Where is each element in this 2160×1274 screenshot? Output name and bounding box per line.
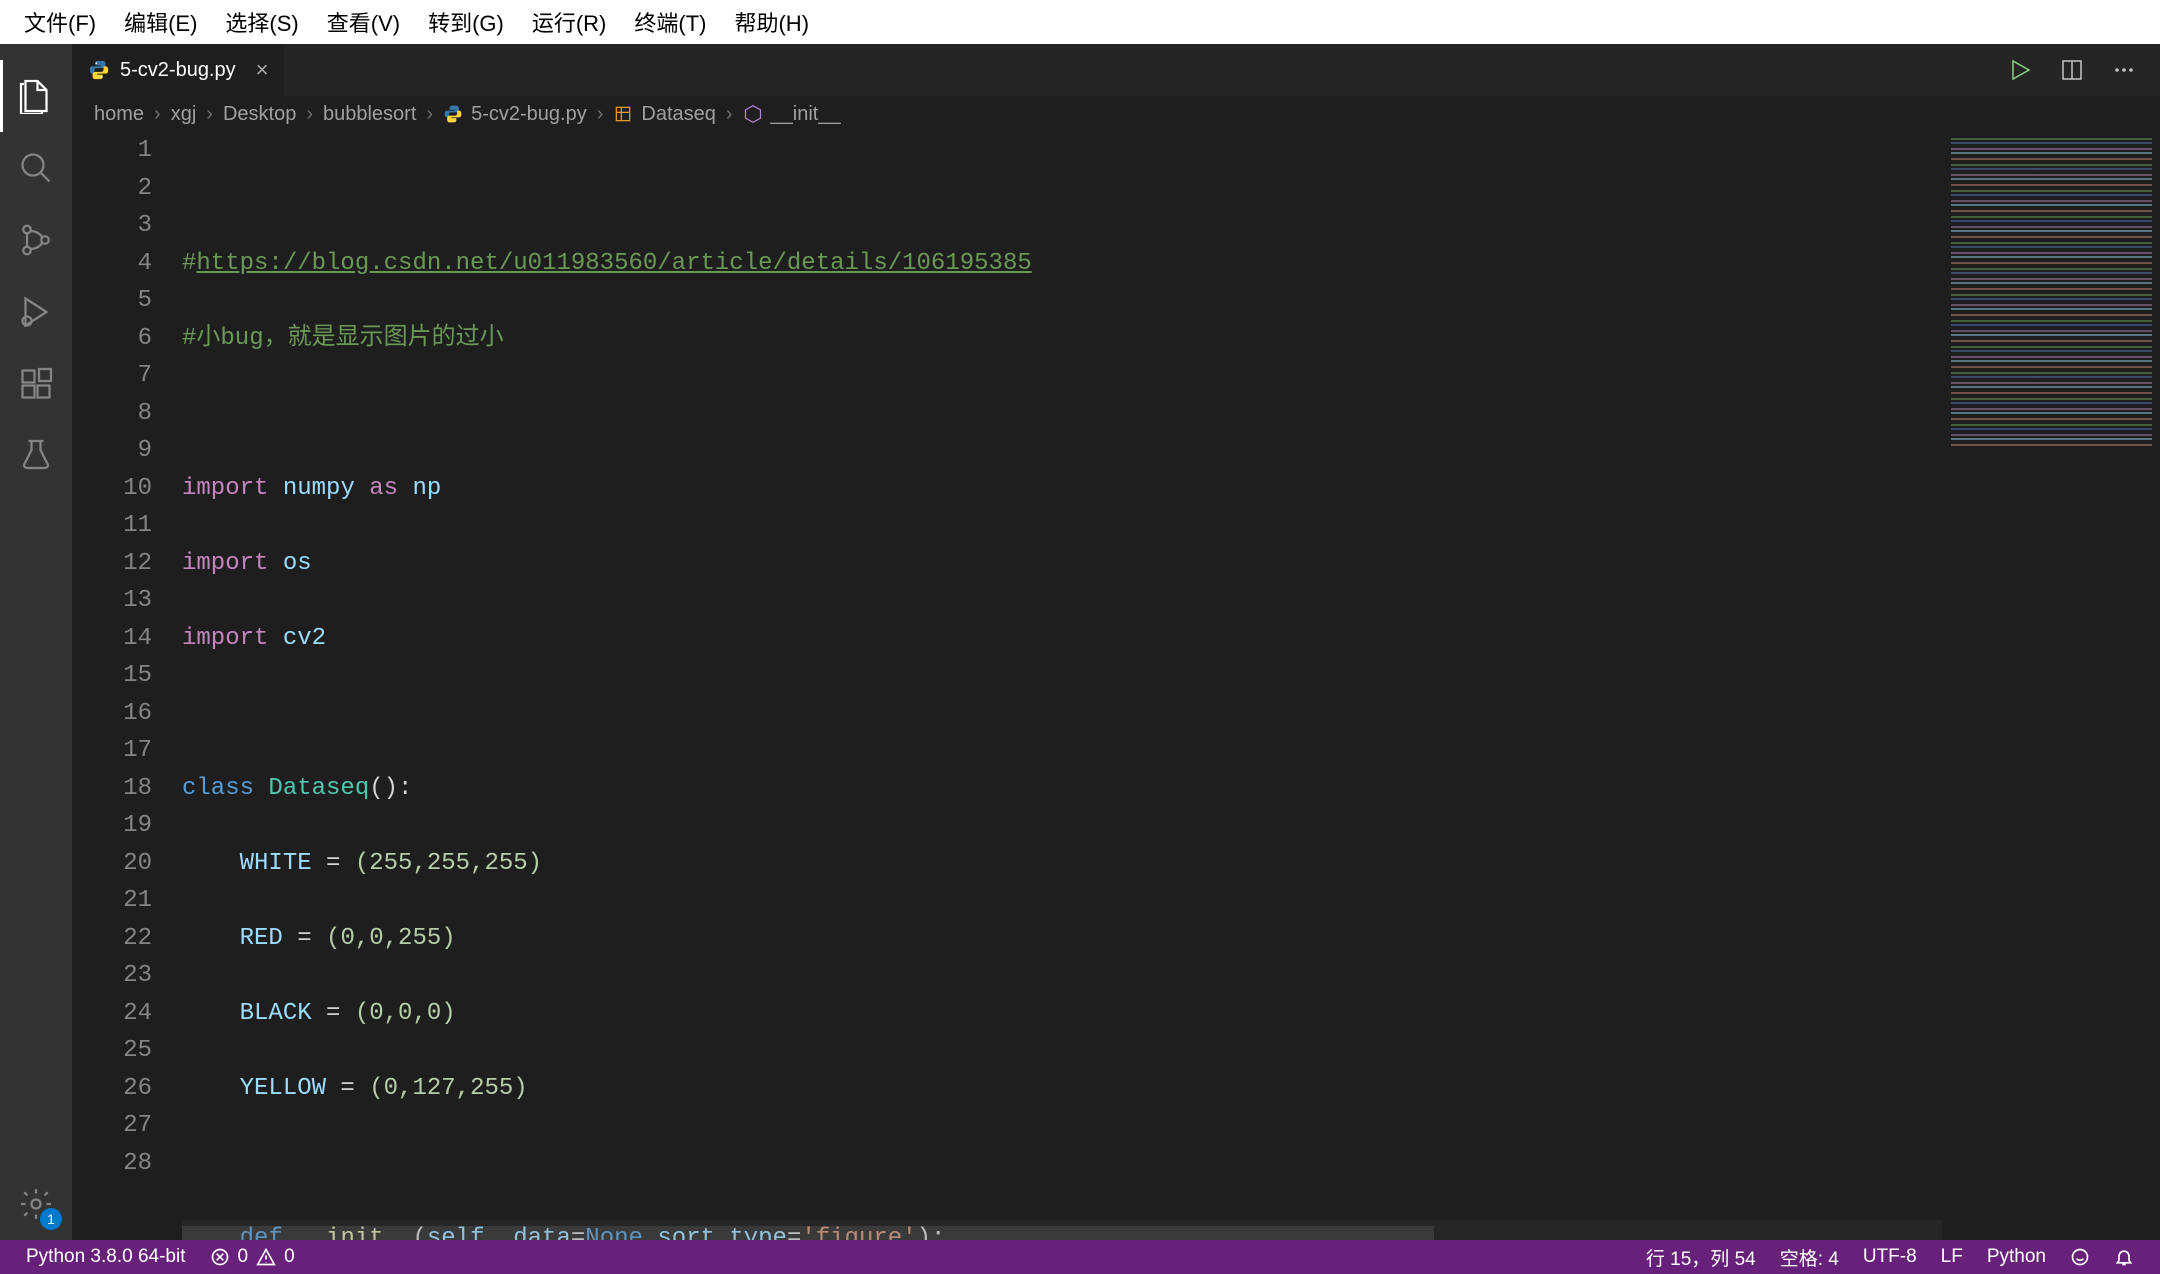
bell-icon (2114, 1247, 2134, 1267)
status-cursor[interactable]: 行 15，列 54 (1634, 1244, 1768, 1271)
source-control-icon (18, 222, 54, 258)
error-icon (210, 1247, 230, 1267)
minimap[interactable] (1942, 132, 2160, 1240)
menu-terminal[interactable]: 终端(T) (620, 6, 720, 38)
line-number: 16 (72, 695, 152, 733)
line-number: 24 (72, 995, 152, 1033)
main-area: 5-cv2-bug.py × home› xgj› Desktop› bubbl… (0, 44, 2160, 1240)
statusbar: Python 3.8.0 64-bit 0 0 行 15，列 54 空格: 4 … (0, 1240, 2160, 1274)
breadcrumbs[interactable]: home› xgj› Desktop› bubblesort› 5-cv2-bu… (72, 96, 2160, 132)
line-number: 26 (72, 1070, 152, 1108)
activity-extensions[interactable] (0, 348, 72, 420)
split-editor-icon[interactable] (2060, 58, 2084, 82)
method-icon (743, 104, 763, 124)
line-number: 7 (72, 357, 152, 395)
line-number: 23 (72, 957, 152, 995)
gear-icon (18, 1186, 54, 1222)
line-number: 8 (72, 395, 152, 433)
status-spaces[interactable]: 空格: 4 (1768, 1244, 1851, 1271)
breadcrumb-item[interactable]: __init__ (771, 103, 841, 126)
menu-view[interactable]: 查看(V) (313, 6, 414, 38)
line-number: 11 (72, 507, 152, 545)
activity-scm[interactable] (0, 204, 72, 276)
activity-search[interactable] (0, 132, 72, 204)
line-number: 13 (72, 582, 152, 620)
files-icon (18, 78, 54, 114)
line-number: 18 (72, 770, 152, 808)
tabs-bar: 5-cv2-bug.py × (72, 44, 2160, 96)
warning-icon (256, 1247, 276, 1267)
breadcrumb-item[interactable]: Desktop (223, 103, 296, 126)
activity-settings[interactable] (0, 1168, 72, 1240)
more-icon[interactable] (2112, 58, 2136, 82)
class-icon (613, 104, 633, 124)
menu-file[interactable]: 文件(F) (10, 6, 110, 38)
editor-body: 1234567891011121314151617181920212223242… (72, 132, 2160, 1240)
line-number: 12 (72, 545, 152, 583)
feedback-icon (2070, 1247, 2090, 1267)
line-number: 1 (72, 132, 152, 170)
breadcrumb-item[interactable]: xgj (171, 103, 197, 126)
line-number: 14 (72, 620, 152, 658)
menubar: 文件(F) 编辑(E) 选择(S) 查看(V) 转到(G) 运行(R) 终端(T… (0, 0, 2160, 44)
line-number: 19 (72, 807, 152, 845)
activitybar (0, 44, 72, 1240)
activity-debug[interactable] (0, 276, 72, 348)
python-file-icon (88, 59, 110, 81)
line-number: 9 (72, 432, 152, 470)
run-icon[interactable] (2008, 58, 2032, 82)
status-problems[interactable]: 0 0 (198, 1246, 307, 1268)
activity-explorer[interactable] (0, 60, 72, 132)
editor-area: 5-cv2-bug.py × home› xgj› Desktop› bubbl… (72, 44, 2160, 1240)
line-number: 3 (72, 207, 152, 245)
status-language[interactable]: Python (1975, 1246, 2058, 1268)
line-number: 27 (72, 1107, 152, 1145)
menu-edit[interactable]: 编辑(E) (110, 6, 211, 38)
line-number: 21 (72, 882, 152, 920)
line-number: 6 (72, 320, 152, 358)
line-number: 25 (72, 1032, 152, 1070)
python-file-icon (443, 104, 463, 124)
status-python-version[interactable]: Python 3.8.0 64-bit (14, 1246, 198, 1268)
status-notifications[interactable] (2102, 1247, 2146, 1267)
minimap-content (1951, 138, 2152, 448)
search-icon (18, 150, 54, 186)
line-number: 17 (72, 732, 152, 770)
line-gutter: 1234567891011121314151617181920212223242… (72, 132, 182, 1240)
menu-go[interactable]: 转到(G) (414, 6, 518, 38)
status-feedback[interactable] (2058, 1247, 2102, 1267)
breadcrumb-item[interactable]: Dataseq (641, 103, 716, 126)
activity-testing[interactable] (0, 420, 72, 492)
beaker-icon (18, 438, 54, 474)
code-content[interactable]: #https://blog.csdn.net/u011983560/articl… (182, 132, 1942, 1240)
line-number: 10 (72, 470, 152, 508)
line-number: 22 (72, 920, 152, 958)
debug-icon (18, 294, 54, 330)
line-number: 28 (72, 1145, 152, 1183)
status-encoding[interactable]: UTF-8 (1851, 1246, 1929, 1268)
line-number: 2 (72, 170, 152, 208)
line-number: 15 (72, 657, 152, 695)
breadcrumb-item[interactable]: home (94, 103, 144, 126)
tab-file[interactable]: 5-cv2-bug.py × (72, 44, 285, 96)
menu-selection[interactable]: 选择(S) (211, 6, 312, 38)
tab-filename: 5-cv2-bug.py (120, 59, 236, 82)
breadcrumb-item[interactable]: bubblesort (323, 103, 416, 126)
tab-close-icon[interactable]: × (256, 57, 269, 83)
tab-actions (1984, 44, 2160, 96)
status-eol[interactable]: LF (1929, 1246, 1975, 1268)
extensions-icon (18, 366, 54, 402)
horizontal-scrollbar[interactable] (182, 1226, 1434, 1240)
menu-help[interactable]: 帮助(H) (720, 6, 823, 38)
menu-run[interactable]: 运行(R) (518, 6, 621, 38)
breadcrumb-item[interactable]: 5-cv2-bug.py (471, 103, 587, 126)
line-number: 4 (72, 245, 152, 283)
line-number: 5 (72, 282, 152, 320)
line-number: 20 (72, 845, 152, 883)
